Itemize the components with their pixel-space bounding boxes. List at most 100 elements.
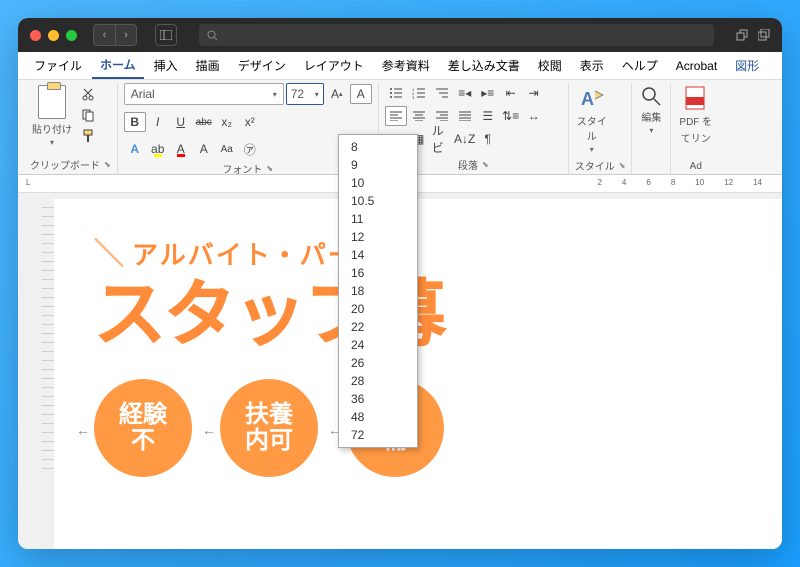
superscript-button[interactable]: x²	[239, 112, 261, 132]
size-option[interactable]: 48	[339, 408, 417, 426]
doc-subtitle: ＼アルバイト・パート	[94, 229, 782, 273]
size-option[interactable]: 11	[339, 210, 417, 228]
styles-button[interactable]: A スタイ ル ▾	[575, 83, 609, 156]
char-border-button[interactable]: A	[350, 84, 372, 104]
menu-references[interactable]: 参考資料	[374, 53, 438, 78]
doc-headline: スタッフ募	[94, 279, 782, 351]
minimize-icon[interactable]	[48, 30, 59, 41]
back-button[interactable]: ‹	[93, 24, 115, 46]
size-option[interactable]: 14	[339, 246, 417, 264]
size-option[interactable]: 18	[339, 282, 417, 300]
sort-button[interactable]: A↓Z	[454, 129, 476, 149]
badge: ←経験不	[94, 379, 192, 477]
sidebar-toggle-icon[interactable]	[155, 24, 177, 46]
menu-home[interactable]: ホーム	[92, 52, 144, 79]
clipboard-label: クリップボード	[30, 157, 100, 172]
size-option[interactable]: 26	[339, 354, 417, 372]
increase-indent-button[interactable]: ▸≡	[477, 83, 499, 103]
enclose-char-button[interactable]: ㋐	[239, 139, 261, 159]
group-editing: 編集 ▾	[632, 83, 671, 174]
bullets-button[interactable]	[385, 83, 407, 103]
size-option[interactable]: 10	[339, 174, 417, 192]
line-spacing-button[interactable]: ⇅≡	[500, 106, 522, 126]
size-option[interactable]: 10.5	[339, 192, 417, 210]
size-option[interactable]: 9	[339, 156, 417, 174]
align-left-button[interactable]	[385, 106, 407, 126]
multilevel-button[interactable]	[431, 83, 453, 103]
char-shading-button[interactable]: A	[193, 139, 215, 159]
show-marks-button[interactable]: ¶	[477, 129, 499, 149]
launcher-icon[interactable]: ⬊	[619, 161, 626, 170]
format-painter-button[interactable]	[78, 127, 98, 145]
change-case-button[interactable]: Aa	[216, 139, 238, 159]
menu-mailings[interactable]: 差し込み文書	[440, 53, 528, 78]
strike-button[interactable]: abc	[193, 112, 215, 132]
menu-help[interactable]: ヘルプ	[614, 53, 666, 78]
forward-button[interactable]: ›	[115, 24, 137, 46]
bold-button[interactable]: B	[124, 112, 146, 132]
search-input[interactable]	[199, 24, 714, 46]
zoom-icon[interactable]	[66, 30, 77, 41]
size-option[interactable]: 36	[339, 390, 417, 408]
menu-shapes[interactable]: 図形	[727, 53, 767, 78]
size-option[interactable]: 24	[339, 336, 417, 354]
document-page[interactable]: ＼アルバイト・パート スタッフ募 ←経験不 ←扶養内可 ←資補	[54, 199, 782, 549]
cut-button[interactable]	[78, 85, 98, 103]
menu-review[interactable]: 校閲	[530, 53, 570, 78]
copy-button[interactable]	[78, 106, 98, 124]
menu-file[interactable]: ファイル	[26, 53, 90, 78]
underline-button[interactable]: U	[170, 112, 192, 132]
text-effects-button[interactable]: A	[124, 139, 146, 159]
numbering-button[interactable]: 123	[408, 83, 430, 103]
grow-font-button[interactable]: A▴	[326, 84, 348, 104]
size-option[interactable]: 8	[339, 138, 417, 156]
editing-button[interactable]: 編集 ▾	[638, 83, 664, 137]
styles-label: スタイル	[575, 158, 615, 173]
svg-text:A: A	[581, 89, 594, 109]
group-styles: A スタイ ル ▾ スタイル ⬊	[569, 83, 633, 174]
vertical-ruler[interactable]	[18, 193, 54, 549]
align-center-button[interactable]	[408, 106, 430, 126]
font-size-select[interactable]: 72▾	[286, 83, 324, 105]
font-color-button[interactable]: A	[170, 139, 192, 159]
pdf-icon	[684, 85, 708, 111]
pdf-button[interactable]: PDF を てリン	[677, 83, 714, 147]
menu-insert[interactable]: 挿入	[146, 53, 186, 78]
menu-draw[interactable]: 描画	[188, 53, 228, 78]
size-option[interactable]: 72	[339, 426, 417, 444]
tabs-icon[interactable]	[758, 29, 770, 41]
group-pdf: PDF を てリン Ad	[671, 83, 720, 174]
launcher-icon[interactable]: ⬊	[266, 164, 273, 173]
font-size-dropdown: 8 9 10 10.5 11 12 14 16 18 20 22 24 26 2…	[338, 134, 418, 448]
menu-view[interactable]: 表示	[572, 53, 612, 78]
pdf-label: Ad	[690, 161, 702, 172]
italic-button[interactable]: I	[147, 112, 169, 132]
char-spacing-button[interactable]: ↔	[523, 106, 545, 126]
dec-indent2-button[interactable]: ⇤	[500, 83, 522, 103]
titlebar: ‹ ›	[18, 18, 782, 52]
clipboard-icon	[38, 85, 66, 119]
inc-indent2-button[interactable]: ⇥	[523, 83, 545, 103]
distribute-button[interactable]: ☰	[477, 106, 499, 126]
menu-acrobat[interactable]: Acrobat	[668, 55, 725, 77]
traffic-lights	[30, 30, 77, 41]
size-option[interactable]: 28	[339, 372, 417, 390]
justify-button[interactable]	[454, 106, 476, 126]
size-option[interactable]: 22	[339, 318, 417, 336]
font-name-select[interactable]: Arial▾	[124, 83, 284, 105]
highlight-button[interactable]: ab	[147, 139, 169, 159]
launcher-icon[interactable]: ⬊	[482, 160, 489, 169]
ruby-button[interactable]: ルビ	[431, 129, 453, 149]
paste-button[interactable]: 貼り付け ▾	[30, 83, 74, 149]
share-icon[interactable]	[736, 29, 748, 41]
launcher-icon[interactable]: ⬊	[104, 160, 111, 169]
size-option[interactable]: 12	[339, 228, 417, 246]
ruler-tab-stop[interactable]: L	[26, 178, 30, 187]
menu-design[interactable]: デザイン	[230, 53, 294, 78]
size-option[interactable]: 20	[339, 300, 417, 318]
decrease-indent-button[interactable]: ≡◂	[454, 83, 476, 103]
subscript-button[interactable]: x₂	[216, 112, 238, 132]
size-option[interactable]: 16	[339, 264, 417, 282]
close-icon[interactable]	[30, 30, 41, 41]
menu-layout[interactable]: レイアウト	[296, 53, 372, 78]
